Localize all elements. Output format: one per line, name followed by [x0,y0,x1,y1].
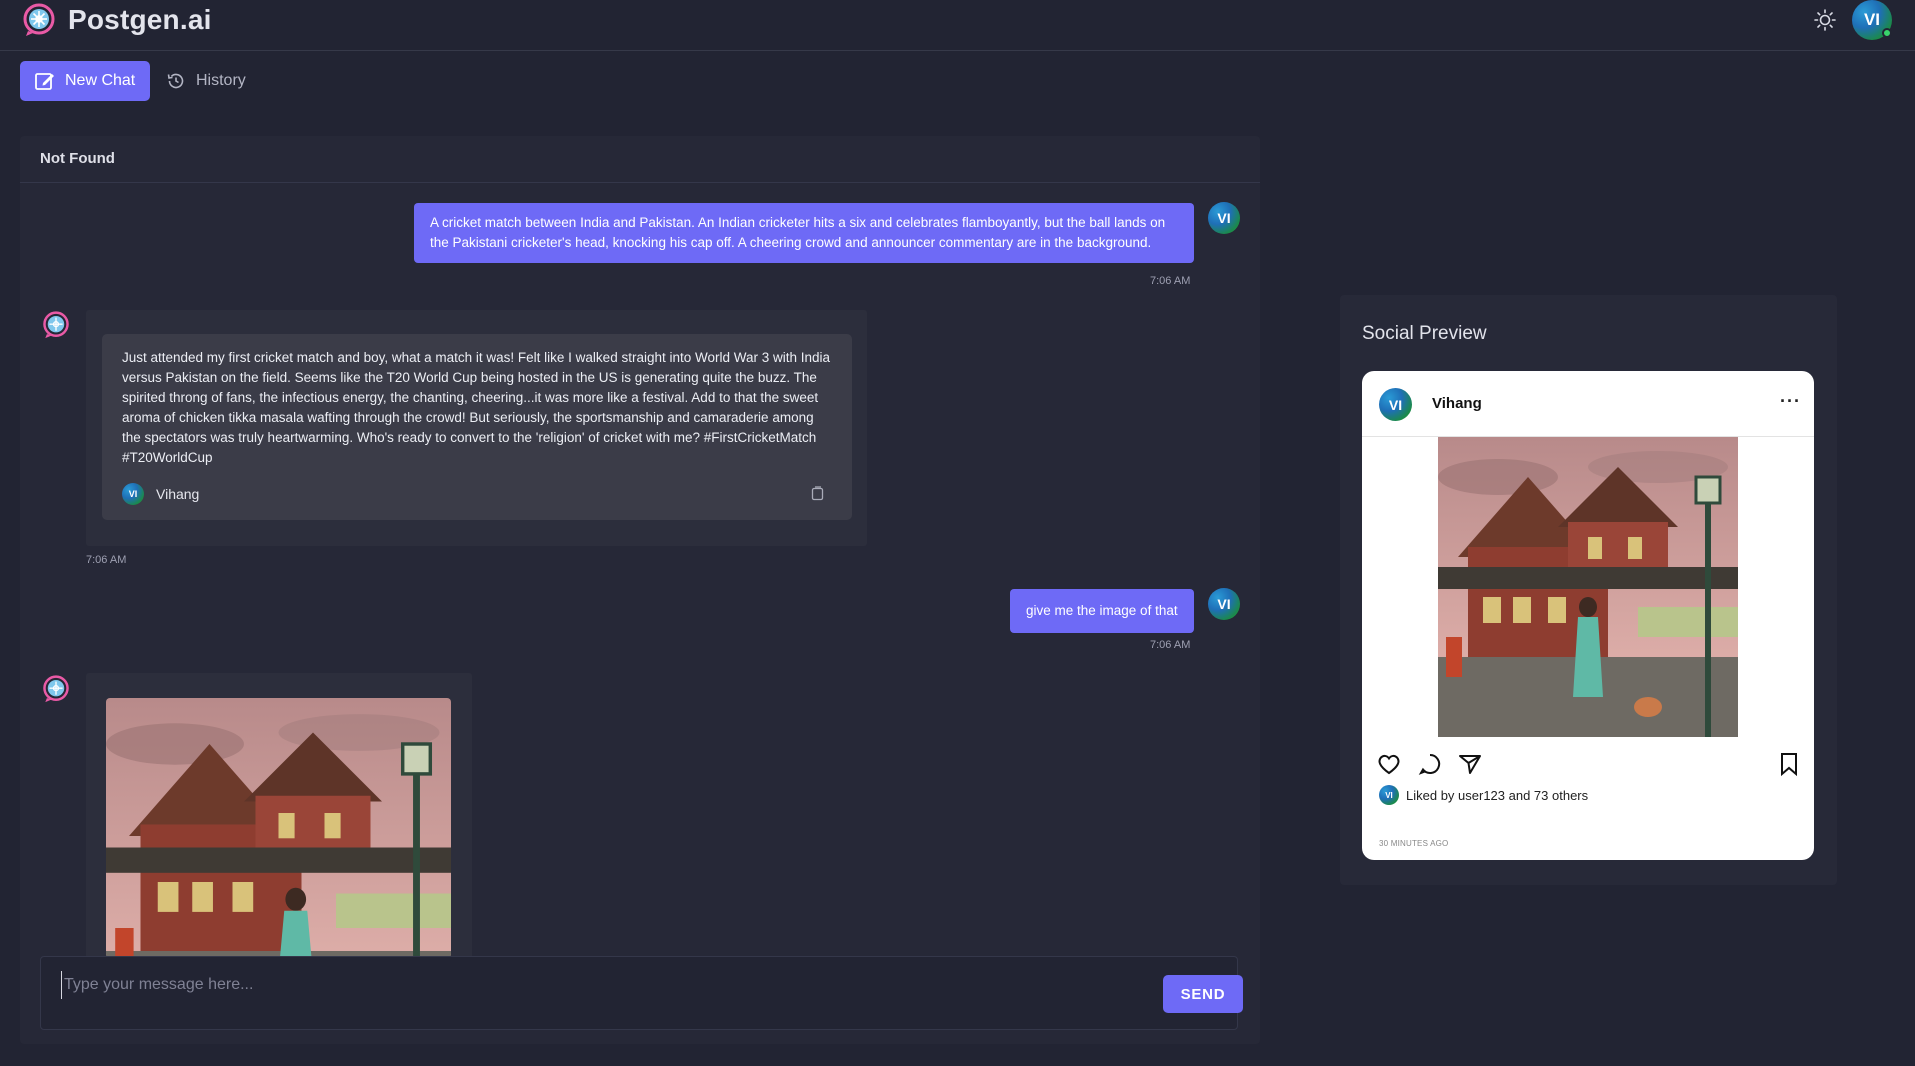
comment-icon[interactable] [1417,751,1443,777]
user-message: A cricket match between India and Pakist… [414,203,1194,263]
user-message-avatar: VI [1208,588,1240,620]
bookmark-icon[interactable] [1776,751,1802,777]
edit-icon [35,73,54,90]
message-input[interactable] [61,971,1111,999]
generated-post-text: Just attended my first cricket match and… [122,350,831,465]
more-options-icon[interactable]: ··· [1780,391,1801,412]
chat-panel: Not Found A cricket match between India … [20,136,1260,1044]
copy-icon[interactable] [809,485,825,501]
user-message: give me the image of that [1010,589,1194,633]
history-icon [167,73,184,89]
post-image [1438,437,1738,737]
social-post-card: VI Vihang ··· VI Liked by user123 and 73… [1362,371,1814,860]
post-author-avatar: VI [122,483,144,505]
history-label: History [196,72,246,89]
post-author-name: Vihang [156,486,200,502]
message-timestamp: 7:06 AM [86,554,127,566]
heart-icon[interactable] [1376,751,1402,777]
post-author-avatar-initials: VI [128,489,138,499]
new-chat-label: New Chat [65,72,136,89]
user-message-avatar: VI [1208,202,1240,234]
logo-icon [23,3,55,36]
chat-title: Not Found [40,150,115,167]
online-status-dot [1882,28,1892,38]
likes-text: Liked by user123 and 73 others [1406,787,1589,803]
user-message-text: A cricket match between India and Pakist… [430,215,1166,250]
user-avatar-initials: VI [1863,10,1881,29]
generated-image[interactable] [106,698,451,958]
post-username: Vihang [1432,395,1482,412]
bot-icon [43,675,69,703]
message-timestamp: 7:06 AM [1150,275,1191,287]
post-author: VI Vihang [122,483,199,505]
post-timestamp: 30 MINUTES AGO [1379,839,1449,848]
generated-post-card: Just attended my first cricket match and… [102,334,852,520]
post-actions [1362,751,1814,781]
app-title: Postgen.ai [68,4,212,35]
post-header: VI Vihang ··· [1362,371,1814,437]
history-tab[interactable]: History [166,61,246,101]
user-message-text: give me the image of that [1026,603,1178,618]
user-message-avatar-initials: VI [1217,210,1231,226]
message-timestamp: 7:06 AM [1150,639,1191,651]
new-chat-button[interactable]: New Chat [20,61,150,101]
send-button[interactable]: SEND [1163,975,1243,1013]
social-preview-panel: Social Preview VI Vihang ··· VI Liked by… [1340,295,1837,885]
top-bar: Postgen.ai VI [0,0,1915,51]
post-avatar: VI [1379,388,1412,421]
likes-avatar-initials: VI [1385,790,1393,800]
social-preview-title: Social Preview [1362,323,1487,344]
message-composer: SEND [40,956,1243,1030]
user-message-avatar-initials: VI [1217,596,1231,612]
bot-icon [43,311,69,339]
share-icon[interactable] [1457,751,1483,777]
likes-avatar: VI [1379,785,1399,805]
post-avatar-initials: VI [1388,396,1403,413]
divider [20,182,1260,183]
post-likes: VI Liked by user123 and 73 others [1379,785,1588,805]
sun-icon[interactable] [1812,7,1838,33]
